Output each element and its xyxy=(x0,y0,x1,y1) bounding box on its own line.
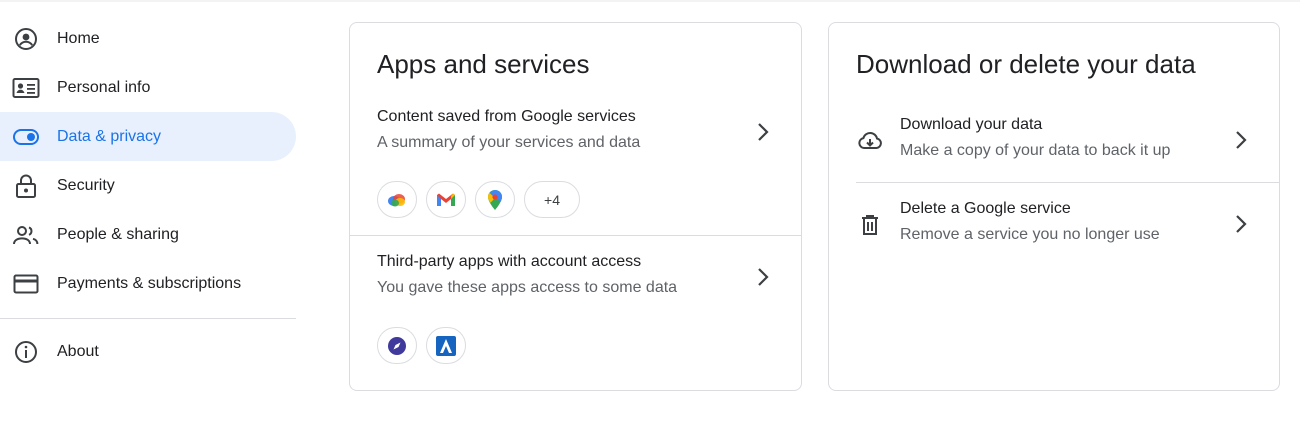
sidebar-item-people-sharing[interactable]: People & sharing xyxy=(0,210,296,259)
row-title: Download your data xyxy=(900,116,1043,133)
download-delete-card: Download or delete your data Download yo… xyxy=(828,22,1280,391)
top-divider xyxy=(0,0,1300,2)
sidebar-item-about[interactable]: About xyxy=(0,327,296,376)
sidebar-item-label: Home xyxy=(57,29,100,47)
apps-services-card: Apps and services Content saved from Goo… xyxy=(349,22,802,391)
card-title: Download or delete your data xyxy=(856,49,1196,79)
toggle-icon xyxy=(12,123,40,151)
sidebar-item-label: Payments & subscriptions xyxy=(57,274,242,292)
row-subtitle: Make a copy of your data to back it up xyxy=(900,142,1171,159)
trash-icon xyxy=(857,212,883,238)
row-subtitle: Remove a service you no longer use xyxy=(900,226,1160,243)
chevron-right-icon xyxy=(755,265,771,289)
account-circle-icon xyxy=(12,25,40,53)
more-services-chip[interactable]: +4 xyxy=(524,181,580,218)
sidebar-item-security[interactable]: Security xyxy=(0,161,296,210)
maps-pin-icon[interactable] xyxy=(475,181,515,218)
sidebar-item-personal-info[interactable]: Personal info xyxy=(0,63,296,112)
lock-icon xyxy=(12,172,40,200)
sidebar-item-label: Data & privacy xyxy=(57,127,162,145)
row-subtitle: You gave these apps access to some data xyxy=(377,279,678,296)
sidebar-nav: Home Personal info Data & privacy Securi… xyxy=(0,14,296,376)
sidebar-item-payments-subscriptions[interactable]: Payments & subscriptions xyxy=(0,259,296,308)
card-divider xyxy=(856,182,1279,183)
service-chips: +4 xyxy=(377,181,580,218)
id-card-icon xyxy=(12,74,40,102)
sidebar-item-data-privacy[interactable]: Data & privacy xyxy=(0,112,296,161)
chevron-right-icon xyxy=(1233,128,1249,152)
gmail-icon[interactable] xyxy=(426,181,466,218)
download-data-row[interactable]: Download your data Make a copy of your d… xyxy=(829,116,1279,178)
card-title: Apps and services xyxy=(377,49,590,79)
delete-service-row[interactable]: Delete a Google service Remove a service… xyxy=(829,200,1279,262)
sidebar-item-label: Personal info xyxy=(57,78,151,96)
sidebar-divider xyxy=(0,318,296,319)
sidebar-item-label: People & sharing xyxy=(57,225,179,243)
credit-card-icon xyxy=(12,270,40,298)
content-saved-row[interactable]: Content saved from Google services A sum… xyxy=(350,108,801,170)
card-divider xyxy=(350,235,801,236)
compass-app-icon[interactable] xyxy=(377,327,417,364)
third-party-chips xyxy=(377,327,466,364)
sidebar-item-home[interactable]: Home xyxy=(0,14,296,63)
row-title: Content saved from Google services xyxy=(377,108,636,125)
arrow-app-icon[interactable] xyxy=(426,327,466,364)
chevron-right-icon xyxy=(1233,212,1249,236)
row-subtitle: A summary of your services and data xyxy=(377,134,641,151)
chevron-right-icon xyxy=(755,120,771,144)
sidebar-item-label: About xyxy=(57,342,99,360)
third-party-apps-row[interactable]: Third-party apps with account access You… xyxy=(350,253,801,315)
row-title: Delete a Google service xyxy=(900,200,1071,217)
cloud-download-icon xyxy=(857,128,883,154)
info-icon xyxy=(12,338,40,366)
cloud-icon[interactable] xyxy=(377,181,417,218)
people-icon xyxy=(12,221,40,249)
sidebar-item-label: Security xyxy=(57,176,115,194)
row-title: Third-party apps with account access xyxy=(377,253,642,270)
